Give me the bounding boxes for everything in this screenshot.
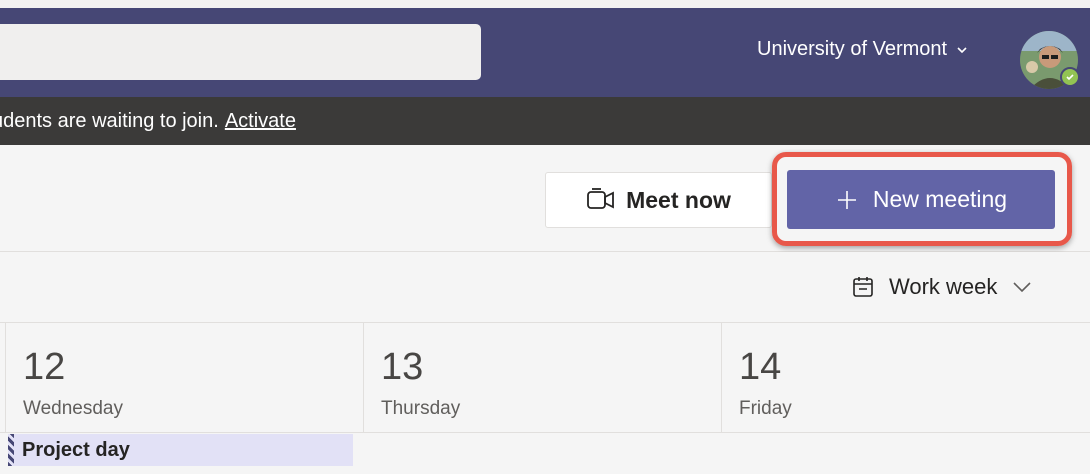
day-column-header[interactable]: 13 Thursday: [363, 323, 721, 433]
avatar[interactable]: [1020, 31, 1080, 89]
notification-banner: udents are waiting to join. Activate: [0, 97, 1090, 145]
meet-now-button[interactable]: Meet now: [545, 172, 772, 228]
app-header: University of Vermont: [0, 0, 1090, 97]
calendar-toolbar: Meet now New meeting: [0, 145, 1090, 252]
new-meeting-label: New meeting: [872, 186, 1008, 212]
day-name: Thursday: [381, 398, 461, 419]
video-camera-icon: [587, 188, 615, 209]
day-column-header[interactable]: 12 Wednesday: [5, 323, 363, 433]
day-number: 14: [739, 346, 782, 388]
view-selector-row: Work week: [0, 252, 1090, 323]
calendar-event[interactable]: Project day: [8, 434, 353, 466]
day-name: Wednesday: [23, 398, 123, 419]
meet-now-label: Meet now: [626, 186, 731, 213]
presence-available-icon: [1060, 67, 1080, 87]
activate-link[interactable]: Activate: [225, 110, 296, 133]
day-header-row: 12 Wednesday 13 Thursday 14 Friday: [0, 323, 1090, 433]
org-switcher[interactable]: University of Vermont: [757, 38, 969, 61]
event-stripe: [8, 434, 14, 466]
view-label: Work week: [889, 274, 998, 299]
banner-message: udents are waiting to join.: [0, 109, 219, 132]
day-column-header[interactable]: 14 Friday: [721, 323, 1090, 433]
day-name: Friday: [739, 398, 792, 419]
calendar-icon: [853, 277, 873, 297]
event-title: Project day: [22, 438, 130, 461]
new-meeting-button[interactable]: New meeting: [787, 170, 1055, 229]
chevron-down-icon: [1013, 282, 1031, 293]
all-day-events-row: Project day: [0, 433, 1090, 474]
plus-icon: [837, 190, 856, 209]
org-name: University of Vermont: [757, 38, 948, 60]
chevron-down-icon: [957, 46, 967, 53]
day-number: 13: [381, 346, 424, 388]
day-number: 12: [23, 346, 66, 388]
work-week-dropdown[interactable]: Work week: [851, 274, 1033, 300]
search-input[interactable]: [0, 24, 481, 80]
